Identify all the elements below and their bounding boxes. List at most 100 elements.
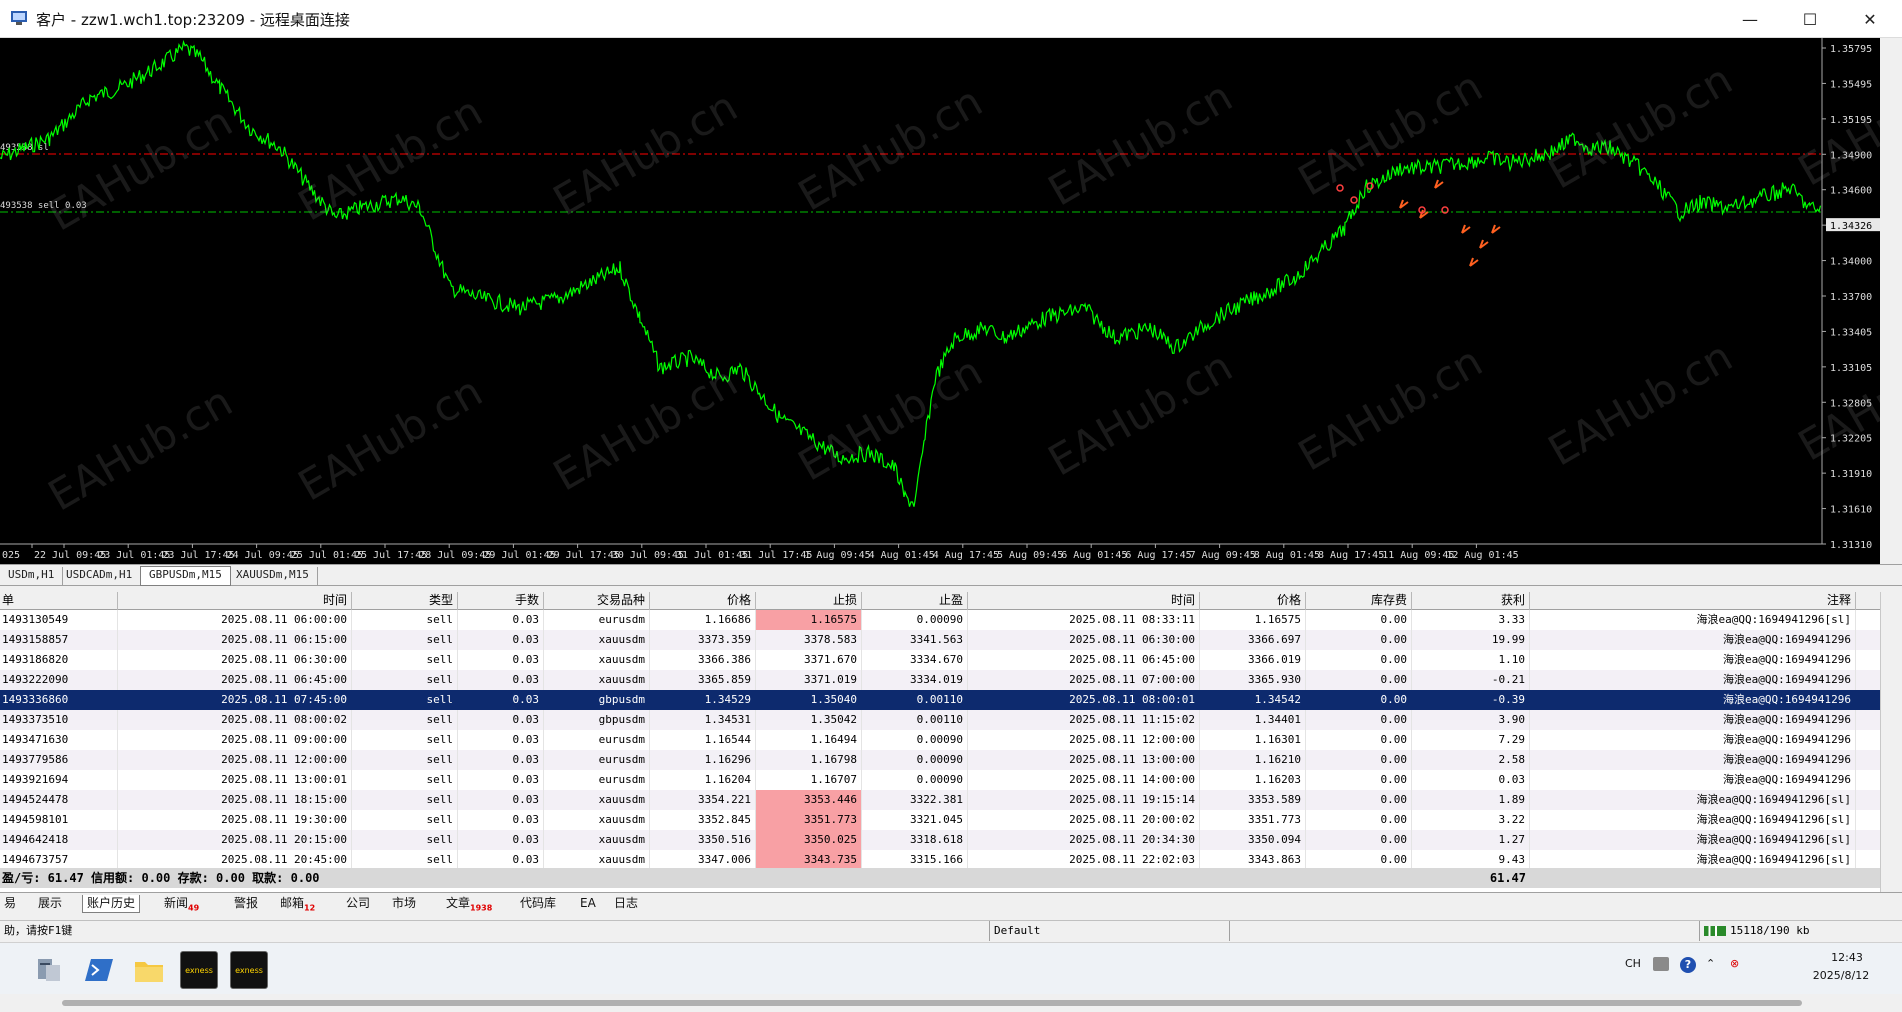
time-label: 025: [2, 550, 20, 561]
tab-label: 账户历史: [87, 896, 136, 910]
table-cell: 0.00: [1306, 850, 1412, 870]
terminal-tab[interactable]: 日志: [610, 895, 642, 913]
chevron-up-icon[interactable]: ⌃: [1706, 957, 1715, 970]
column-header[interactable]: 类型: [352, 592, 458, 610]
table-cell: 2025.08.11 07:00:00: [968, 670, 1200, 690]
table-row[interactable]: 1493186820 2025.08.11 06:30:00 sell 0.03 xau…: [0, 650, 1880, 670]
powershell-icon[interactable]: [80, 951, 118, 989]
table-header: 单时间 类型 手数 交易品种 价格 止损 止盈 时间 价格 库存费 获利 注释: [0, 592, 1880, 610]
time-label: 6 Aug 17:45: [1125, 550, 1191, 561]
terminal-tab[interactable]: 账户历史: [82, 895, 141, 913]
column-header[interactable]: 手数: [458, 592, 544, 610]
symbol-tab[interactable]: USDCADm,H1: [58, 567, 142, 585]
table-cell: gbpusdm: [544, 710, 650, 730]
table-cell: 3366.697: [1200, 630, 1306, 650]
terminal-tab[interactable]: 文章1938: [442, 895, 496, 913]
table-cell: 2025.08.11 14:00:00: [968, 770, 1200, 790]
table-cell: 2025.08.11 11:15:02: [968, 710, 1200, 730]
table-cell: 1493186820: [0, 650, 118, 670]
column-header[interactable]: 时间: [118, 592, 352, 610]
time-label: 5 Aug 09:45: [997, 550, 1063, 561]
price-label: 1.33700: [1830, 292, 1872, 303]
table-cell: 0.03: [458, 610, 544, 630]
table-row[interactable]: 1493779586 2025.08.11 12:00:00 sell 0.03 eur…: [0, 750, 1880, 770]
remote-desktop-icon: [11, 11, 27, 25]
table-row[interactable]: 1494598101 2025.08.11 19:30:00 sell 0.03 xau…: [0, 810, 1880, 830]
column-header[interactable]: 注释: [1530, 592, 1856, 610]
terminal-tab[interactable]: 公司: [342, 895, 374, 913]
table-cell: 3365.930: [1200, 670, 1306, 690]
table-row[interactable]: 1494642418 2025.08.11 20:15:00 sell 0.03 xau…: [0, 830, 1880, 850]
table-row[interactable]: 1494524478 2025.08.11 18:15:00 sell 0.03 xau…: [0, 790, 1880, 810]
column-header[interactable]: 交易品种: [544, 592, 650, 610]
close-button[interactable]: ✕: [1844, 0, 1896, 38]
table-cell: 3.22: [1412, 810, 1530, 830]
table-cell: 0.00090: [862, 610, 968, 630]
folder-icon[interactable]: [130, 951, 168, 989]
table-cell: 1493336860: [0, 690, 118, 710]
price-label: 1.34000: [1830, 257, 1872, 268]
column-header[interactable]: 止损: [756, 592, 862, 610]
terminal-tab[interactable]: 警报: [230, 895, 262, 913]
server-icon[interactable]: [30, 951, 68, 989]
table-row[interactable]: 1493222090 2025.08.11 06:45:00 sell 0.03 xau…: [0, 670, 1880, 690]
column-header[interactable]: 价格: [1200, 592, 1306, 610]
column-header[interactable]: 获利: [1412, 592, 1530, 610]
table-cell: 1.34531: [650, 710, 756, 730]
tab-label: 文章: [446, 896, 471, 910]
terminal-tab[interactable]: 展示: [34, 895, 66, 913]
symbol-tab-active[interactable]: GBPUSDm,M15: [140, 566, 231, 586]
symbol-tab[interactable]: XAUUSDm,M15: [228, 567, 318, 585]
terminal-tab[interactable]: 邮箱12: [276, 895, 319, 913]
tab-badge: 1938: [470, 903, 493, 913]
network-error-icon[interactable]: ⊗: [1730, 957, 1739, 970]
table-cell: 2025.08.11 18:15:00: [118, 790, 352, 810]
maximize-button[interactable]: ☐: [1784, 0, 1836, 38]
table-row[interactable]: 1493471630 2025.08.11 09:00:00 sell 0.03 eur…: [0, 730, 1880, 750]
column-header[interactable]: 单: [0, 592, 118, 610]
scrollbar-thumb[interactable]: [62, 1000, 1802, 1006]
table-scrollbar[interactable]: [1880, 592, 1902, 892]
price-label: 1.35195: [1830, 115, 1872, 126]
table-cell: 3351.773: [1200, 810, 1306, 830]
exness-terminal-icon[interactable]: exness: [180, 951, 218, 989]
exness-terminal-icon[interactable]: exness: [230, 951, 268, 989]
ime-indicator[interactable]: CH: [1625, 957, 1641, 970]
terminal-tab[interactable]: 新闻49: [160, 895, 203, 913]
table-row[interactable]: 1493130549 2025.08.11 06:00:00 sell 0.03 eur…: [0, 610, 1880, 630]
terminal-tab[interactable]: 代码库: [516, 895, 560, 913]
table-cell: 0.03: [458, 650, 544, 670]
table-row[interactable]: 1493373510 2025.08.11 08:00:02 sell 0.03 gbp…: [0, 710, 1880, 730]
help-icon[interactable]: ?: [1680, 957, 1696, 973]
symbol-tab[interactable]: USDm,H1: [0, 567, 64, 585]
price-chart[interactable]: 1.35795 1.35495 1.35195 1.34900 1.34600 1.343…: [0, 38, 1902, 564]
order-label: 493538 sell 0.03: [0, 201, 87, 211]
column-header[interactable]: 价格: [650, 592, 756, 610]
horizontal-scrollbar[interactable]: [0, 994, 1902, 1012]
table-cell: 1.34529: [650, 690, 756, 710]
table-row[interactable]: 1494673757 2025.08.11 20:45:00 sell 0.03 xau…: [0, 850, 1880, 870]
table-row[interactable]: 1493158857 2025.08.11 06:15:00 sell 0.03 xau…: [0, 630, 1880, 650]
minimize-button[interactable]: —: [1724, 0, 1776, 38]
column-header[interactable]: 库存费: [1306, 592, 1412, 610]
terminal-tab[interactable]: EA: [576, 895, 600, 913]
chart-scrollbar[interactable]: [1880, 38, 1902, 564]
tab-label: 代码库: [520, 896, 557, 910]
table-cell: 3354.221: [650, 790, 756, 810]
printer-icon[interactable]: [1653, 957, 1669, 971]
clock-time[interactable]: 12:43: [1812, 951, 1882, 964]
table-cell: 0.00: [1306, 710, 1412, 730]
terminal-tab[interactable]: 市场: [388, 895, 420, 913]
table-cell: 0.00: [1306, 730, 1412, 750]
clock-date[interactable]: 2025/8/12: [1800, 969, 1882, 982]
terminal-tab[interactable]: 易: [0, 895, 20, 913]
column-header[interactable]: 止盈: [862, 592, 968, 610]
time-label: 31 Jul 01:45: [676, 550, 748, 561]
table-row[interactable]: 1493921694 2025.08.11 13:00:01 sell 0.03 eur…: [0, 770, 1880, 790]
table-cell: sell: [352, 830, 458, 850]
table-cell: 7.29: [1412, 730, 1530, 750]
column-header[interactable]: 时间: [968, 592, 1200, 610]
trade-arrow-icon: [1399, 199, 1409, 209]
table-cell: 2025.08.11 09:00:00: [118, 730, 352, 750]
table-row[interactable]: 1493336860 2025.08.11 07:45:00 sell 0.03 gbp…: [0, 690, 1880, 710]
